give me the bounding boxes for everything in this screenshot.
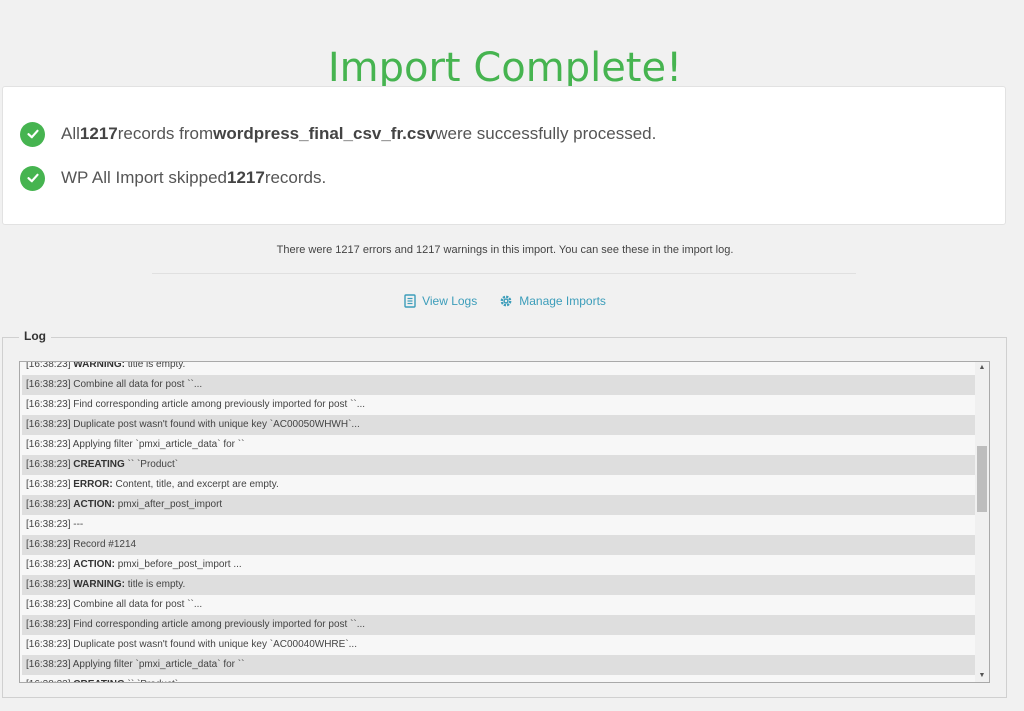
log-timestamp: [16:38:23] xyxy=(26,519,74,530)
log-line: [16:38:23] Combine all data for post ``.… xyxy=(22,375,976,395)
log-line: [16:38:23] --- xyxy=(22,515,976,535)
log-line: [16:38:23] ACTION: pmxi_before_post_impo… xyxy=(22,555,976,575)
check-icon xyxy=(20,121,45,147)
log-timestamp: [16:38:23] xyxy=(26,361,74,370)
log-message: Duplicate post wasn't found with unique … xyxy=(73,419,360,430)
manage-imports-label: Manage Imports xyxy=(519,294,606,308)
log-line: [16:38:23] ERROR: Content, title, and ex… xyxy=(22,475,976,495)
processed-count: 1217 xyxy=(79,124,118,143)
divider xyxy=(152,273,856,274)
log-message: --- xyxy=(73,519,84,530)
log-timestamp: [16:38:23] xyxy=(26,559,74,570)
import-notice: There were 1217 errors and 1217 warnings… xyxy=(276,244,734,256)
log-message: Content, title, and excerpt are empty. xyxy=(112,479,279,490)
log-line: [16:38:23] Applying filter `pmxi_article… xyxy=(22,655,976,675)
gear-icon xyxy=(500,295,512,307)
log-timestamp: [16:38:23] xyxy=(26,419,74,430)
summary-text-suffix: were successfully processed. xyxy=(435,124,657,143)
log-message: Record #1214 xyxy=(73,539,137,550)
log-message: Duplicate post wasn't found with unique … xyxy=(73,639,357,650)
log-timestamp: [16:38:23] xyxy=(26,439,73,450)
log-message: Combine all data for post ``... xyxy=(73,379,203,390)
log-label: CREATING xyxy=(73,679,124,682)
log-timestamp: [16:38:23] xyxy=(26,379,74,390)
log-line: [16:38:23] Combine all data for post ``.… xyxy=(22,595,976,615)
log-line: [16:38:23] Duplicate post wasn't found w… xyxy=(22,415,976,435)
log-timestamp: [16:38:23] xyxy=(26,539,74,550)
view-logs-label: View Logs xyxy=(422,294,478,308)
log-timestamp: [16:38:23] xyxy=(26,499,74,510)
log-textarea[interactable]: [16:38:23] WARNING: title is empty. [16:3… xyxy=(19,361,990,683)
log-line: [16:38:23] WARNING: title is empty. xyxy=(22,361,976,375)
log-label: WARNING: xyxy=(73,579,125,590)
log-message: Combine all data for post ``... xyxy=(73,599,203,610)
log-timestamp: [16:38:23] xyxy=(26,579,74,590)
log-line: [16:38:23] Applying filter `pmxi_article… xyxy=(22,435,976,455)
summary-box xyxy=(2,86,1006,225)
log-timestamp: [16:38:23] xyxy=(26,659,73,670)
log-timestamp: [16:38:23] xyxy=(26,639,74,650)
skipped-text-prefix: WP All Import skipped xyxy=(61,168,227,187)
log-scrollbar[interactable]: ▲ ▼ xyxy=(975,362,989,682)
log-lines: [16:38:23] WARNING: title is empty. [16:3… xyxy=(22,361,976,682)
log-message: pmxi_after_post_import xyxy=(114,499,223,510)
log-label: ACTION: xyxy=(73,559,115,570)
log-message: `` `Product` xyxy=(125,679,179,682)
page-title: Import Complete! xyxy=(327,44,683,91)
log-timestamp: [16:38:23] xyxy=(26,459,74,470)
skipped-count: 1217 xyxy=(226,168,265,187)
check-icon xyxy=(20,165,45,191)
log-line: [16:38:23] CREATING `` `Product` xyxy=(22,455,976,475)
log-fieldset: Log [16:38:23] WARNING: title is empty.[… xyxy=(2,329,1007,698)
view-logs-link[interactable]: View Logs xyxy=(404,294,477,308)
log-timestamp: [16:38:23] xyxy=(26,479,74,490)
log-line: [16:38:23] Duplicate post wasn't found w… xyxy=(22,635,976,655)
document-icon xyxy=(404,294,416,308)
scroll-down-arrow-icon[interactable]: ▼ xyxy=(975,670,989,682)
skipped-text-suffix: records. xyxy=(264,168,327,187)
log-line: [16:38:23] WARNING: title is empty. xyxy=(22,575,976,595)
action-links: View Logs Manage Imports xyxy=(0,294,1010,308)
manage-imports-link[interactable]: Manage Imports xyxy=(499,294,606,308)
log-message: Applying filter `pmxi_article_data` for … xyxy=(72,439,245,450)
log-message: Find corresponding article among previou… xyxy=(73,619,366,630)
log-timestamp: [16:38:23] xyxy=(26,679,73,682)
file-name: wordpress_final_csv_fr.csv xyxy=(213,124,436,143)
log-message: title is empty. xyxy=(124,361,186,370)
log-message: Find corresponding article among previou… xyxy=(73,399,366,410)
log-legend: Log xyxy=(19,329,51,343)
log-timestamp: [16:38:23] xyxy=(26,399,74,410)
scroll-thumb[interactable] xyxy=(977,446,987,512)
log-line: [16:38:23] ACTION: pmxi_after_post_impor… xyxy=(22,495,976,515)
log-message: Applying filter `pmxi_article_data` for … xyxy=(72,659,245,670)
scroll-up-arrow-icon[interactable]: ▲ xyxy=(975,362,989,374)
summary-text-prefix: All xyxy=(61,124,80,143)
log-label: CREATING xyxy=(73,459,125,470)
log-label: ACTION: xyxy=(73,499,115,510)
log-message: `` `Product` xyxy=(124,459,179,470)
log-line: [16:38:23] Find corresponding article am… xyxy=(22,395,976,415)
log-message: pmxi_before_post_import ... xyxy=(114,559,242,570)
log-line: [16:38:23] Find corresponding article am… xyxy=(22,615,976,635)
log-line: [16:38:23] CREATING `` `Product` xyxy=(22,675,976,682)
log-message: title is empty. xyxy=(124,579,186,590)
log-timestamp: [16:38:23] xyxy=(26,599,74,610)
log-line: [16:38:23] Record #1214 xyxy=(22,535,976,555)
summary-processed-line: All 1217 records from wordpress_final_cs… xyxy=(20,121,656,147)
summary-skipped-line: WP All Import skipped 1217 records. xyxy=(20,165,326,191)
summary-text-middle: records from xyxy=(117,124,214,143)
log-label: ERROR: xyxy=(73,479,113,490)
log-timestamp: [16:38:23] xyxy=(26,619,74,630)
log-label: WARNING: xyxy=(73,361,125,370)
